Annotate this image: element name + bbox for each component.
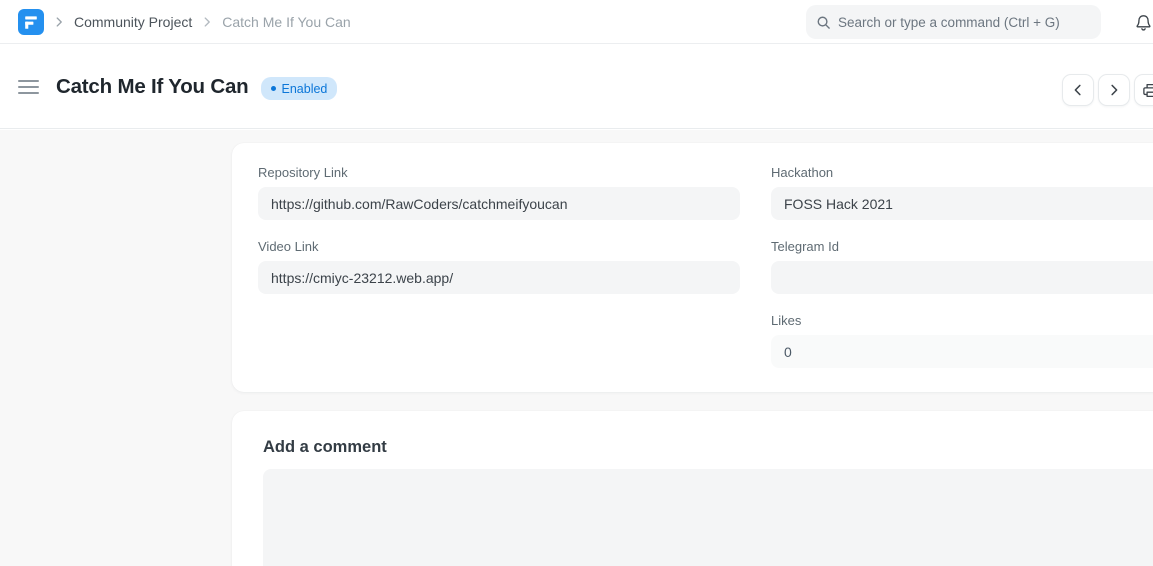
field-video-link: Video Link — [258, 239, 740, 294]
status-badge: Enabled — [261, 77, 338, 100]
field-telegram-id: Telegram Id — [771, 239, 1153, 294]
field-repository-link: Repository Link — [258, 165, 740, 220]
global-search[interactable] — [806, 5, 1101, 39]
chevron-right-icon — [52, 15, 66, 29]
top-navbar: Community Project Catch Me If You Can — [0, 0, 1153, 44]
bell-icon — [1134, 13, 1153, 32]
field-likes: Likes — [771, 313, 1153, 368]
field-label: Hackathon — [771, 165, 1153, 180]
add-comment-heading: Add a comment — [263, 438, 387, 457]
hackathon-input[interactable] — [771, 187, 1153, 220]
field-label: Likes — [771, 313, 1153, 328]
chevron-left-icon — [1070, 82, 1086, 98]
search-input[interactable] — [838, 15, 1091, 30]
chevron-right-icon — [200, 15, 214, 29]
app-window: Community Project Catch Me If You Can — [0, 0, 1153, 566]
comment-input[interactable] — [263, 469, 1153, 566]
breadcrumb-item-community-project[interactable]: Community Project — [74, 14, 192, 30]
notifications-button[interactable] — [1134, 12, 1153, 32]
frappe-f-icon — [24, 15, 39, 30]
page-body: Repository Link Video Link Hackathon Tel… — [0, 130, 1153, 566]
page-header: Catch Me If You Can Enabled — [0, 45, 1153, 129]
search-icon — [816, 15, 831, 30]
telegram-id-input[interactable] — [771, 261, 1153, 294]
previous-document-button[interactable] — [1062, 74, 1094, 106]
form-section-card: Repository Link Video Link Hackathon Tel… — [232, 143, 1153, 392]
repository-link-input[interactable] — [258, 187, 740, 220]
breadcrumb-item-current: Catch Me If You Can — [222, 14, 350, 30]
frappe-logo[interactable] — [18, 9, 44, 35]
status-badge-label: Enabled — [282, 82, 328, 96]
likes-input — [771, 335, 1153, 368]
chevron-right-icon — [1106, 82, 1122, 98]
field-hackathon: Hackathon — [771, 165, 1153, 220]
sidebar-toggle-icon[interactable] — [18, 80, 39, 94]
breadcrumb: Community Project Catch Me If You Can — [52, 0, 351, 44]
print-button[interactable] — [1134, 74, 1153, 106]
page-title: Catch Me If You Can — [56, 75, 249, 99]
comment-section-card: Add a comment — [232, 411, 1153, 566]
printer-icon — [1142, 82, 1153, 99]
next-document-button[interactable] — [1098, 74, 1130, 106]
status-dot-icon — [271, 86, 276, 91]
form-column-left: Repository Link Video Link — [258, 165, 740, 387]
field-label: Video Link — [258, 239, 740, 254]
field-label: Repository Link — [258, 165, 740, 180]
video-link-input[interactable] — [258, 261, 740, 294]
form-column-right: Hackathon Telegram Id Likes — [771, 165, 1153, 387]
field-label: Telegram Id — [771, 239, 1153, 254]
